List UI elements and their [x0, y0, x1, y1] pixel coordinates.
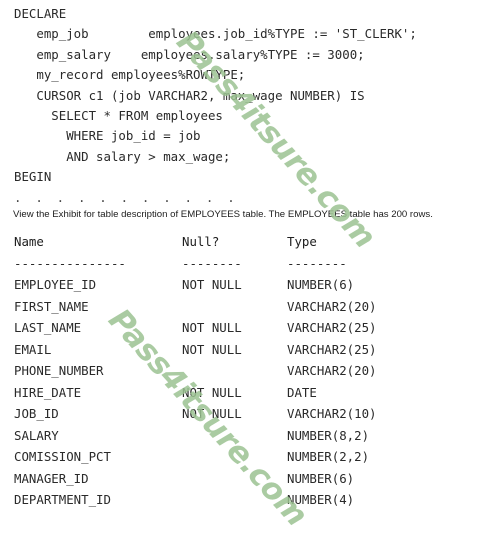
- table-row: LAST_NAME NOT NULL VARCHAR2(25): [14, 317, 494, 339]
- employees-table-description: Name Null? Type --------------- -------- ---…: [14, 231, 494, 511]
- table-row: EMPLOYEE_ID NOT NULL NUMBER(6): [14, 274, 494, 296]
- rule-type: --------: [287, 255, 347, 271]
- table-row: DEPARTMENT_ID NUMBER(4): [14, 489, 494, 511]
- table-row: PHONE_NUMBER VARCHAR2(20): [14, 360, 494, 382]
- table-row: EMAIL NOT NULL VARCHAR2(25): [14, 339, 494, 361]
- code-line: CURSOR c1 (job VARCHAR2, max_wage NUMBER…: [14, 87, 365, 103]
- column-header-null: Null?: [182, 234, 220, 249]
- cell-null: NOT NULL: [182, 341, 242, 357]
- cell-null: NOT NULL: [182, 320, 242, 335]
- cell-name: SALARY: [14, 427, 59, 443]
- code-line: BEGIN: [14, 169, 52, 185]
- code-line-ellipsis: . . . . . . . . . . .: [14, 189, 238, 205]
- code-line: DECLARE: [14, 6, 67, 21]
- cell-type: NUMBER(6): [287, 277, 355, 292]
- exhibit-note: View the Exhibit for table description o…: [13, 209, 433, 220]
- cell-null: NOT NULL: [182, 406, 242, 421]
- cell-name: LAST_NAME: [14, 320, 82, 335]
- table-row: SALARY NUMBER(8,2): [14, 425, 494, 447]
- cell-type: DATE: [287, 384, 317, 400]
- cell-name: EMAIL: [14, 341, 52, 357]
- table-header-rule: --------------- -------- --------: [14, 253, 494, 275]
- column-header-type: Type: [287, 234, 317, 249]
- cell-type: VARCHAR2(10): [287, 406, 377, 421]
- cell-type: VARCHAR2(20): [287, 363, 377, 378]
- code-line: WHERE job_id = job: [14, 128, 201, 144]
- cell-null: NOT NULL: [182, 277, 242, 292]
- cell-name: DEPARTMENT_ID: [14, 492, 111, 507]
- plsql-code-block: DECLARE emp_job employees.job_id%TYPE :=…: [14, 4, 494, 208]
- cell-type: NUMBER(2,2): [287, 449, 370, 464]
- cell-type: VARCHAR2(25): [287, 341, 377, 357]
- cell-type: NUMBER(6): [287, 470, 355, 486]
- cell-type: VARCHAR2(20): [287, 298, 377, 314]
- table-row: HIRE_DATE NOT NULL DATE: [14, 382, 494, 404]
- cell-name: EMPLOYEE_ID: [14, 277, 97, 292]
- cell-name: FIRST_NAME: [14, 298, 89, 314]
- cell-name: COMISSION_PCT: [14, 449, 111, 464]
- cell-name: PHONE_NUMBER: [14, 363, 104, 378]
- code-line: my_record employees%ROWTYPE;: [14, 67, 246, 83]
- table-row: COMISSION_PCT NUMBER(2,2): [14, 446, 494, 468]
- code-line: SELECT * FROM employees: [14, 107, 223, 123]
- column-header-name: Name: [14, 234, 44, 249]
- cell-type: VARCHAR2(25): [287, 320, 377, 335]
- code-line: emp_job employees.job_id%TYPE := 'ST_CLE…: [14, 26, 417, 42]
- cell-name: JOB_ID: [14, 406, 59, 421]
- code-line: emp_salary employees.salary%TYPE := 3000…: [14, 46, 365, 62]
- cell-type: NUMBER(8,2): [287, 427, 370, 443]
- cell-name: HIRE_DATE: [14, 384, 82, 400]
- table-row: FIRST_NAME VARCHAR2(20): [14, 296, 494, 318]
- rule-name: ---------------: [14, 255, 126, 271]
- cell-name: MANAGER_ID: [14, 470, 89, 486]
- cell-null: NOT NULL: [182, 384, 242, 400]
- table-header-row: Name Null? Type: [14, 231, 494, 253]
- code-line: AND salary > max_wage;: [14, 148, 231, 164]
- rule-null: --------: [182, 255, 242, 271]
- cell-type: NUMBER(4): [287, 492, 355, 507]
- table-row: MANAGER_ID NUMBER(6): [14, 468, 494, 490]
- table-row: JOB_ID NOT NULL VARCHAR2(10): [14, 403, 494, 425]
